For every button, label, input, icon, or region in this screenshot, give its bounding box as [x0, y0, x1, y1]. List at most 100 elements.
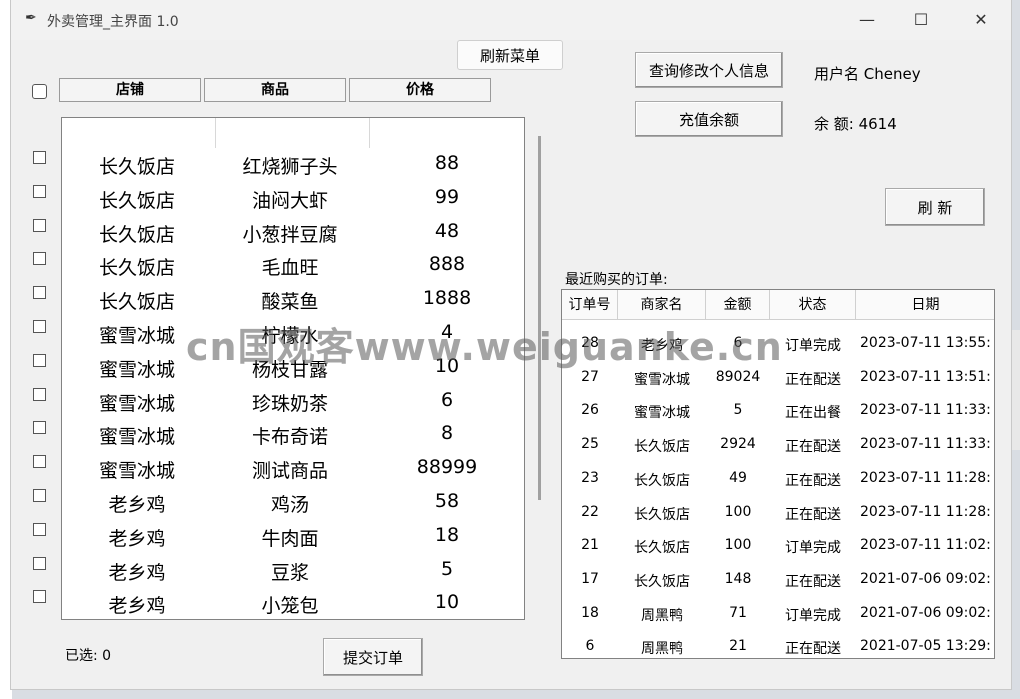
- orders-header-date[interactable]: 日期: [856, 290, 994, 320]
- order-row[interactable]: 17 长久饭店 148 正在配送 2021-07-06 09:02:: [562, 571, 994, 605]
- order-cell-id: 17: [581, 570, 599, 587]
- orders-header-id[interactable]: 订单号: [562, 290, 618, 320]
- order-cell-amount: 89024: [715, 368, 761, 385]
- title-bar: ✒ 外卖管理_主界面 1.0 — ☐ ✕: [11, 0, 1011, 40]
- order-cell-status: 正在出餐: [785, 405, 841, 422]
- order-cell-shop: 长久饭店: [634, 573, 690, 590]
- menu-row-checkbox[interactable]: [33, 387, 46, 401]
- select-all-checkbox[interactable]: [32, 84, 47, 99]
- order-cell-status: 订单完成: [785, 338, 841, 354]
- menu-row[interactable]: 蜜雪冰城 测试商品 88999: [62, 456, 524, 490]
- order-cell-shop: 长久饭店: [634, 506, 690, 523]
- menu-list[interactable]: 长久饭店 红烧狮子头 88 长久饭店 油闷大虾 99 长久饭店 小葱拌豆腐 48 长久饭店 毛血旺 8…: [61, 117, 525, 620]
- menu-row-checkbox[interactable]: [33, 218, 46, 232]
- menu-cell-price: 888: [428, 253, 466, 276]
- refresh-button[interactable]: 刷 新: [885, 188, 985, 226]
- order-row[interactable]: 18 周黑鸭 71 订单完成 2021-07-06 09:02:: [562, 605, 994, 639]
- modify-info-button[interactable]: 查询修改个人信息: [635, 52, 783, 88]
- order-cell-date: 2021-07-06 09:02:: [860, 604, 991, 621]
- menu-row[interactable]: 长久饭店 毛血旺 888: [62, 253, 524, 287]
- order-row[interactable]: 21 长久饭店 100 订单完成 2023-07-11 11:02:: [562, 537, 994, 571]
- menu-row[interactable]: 长久饭店 红烧狮子头 88: [62, 152, 524, 186]
- maximize-button[interactable]: ☐: [901, 8, 941, 32]
- menu-row[interactable]: 长久饭店 酸菜鱼 1888: [62, 287, 524, 321]
- orders-header-shop[interactable]: 商家名: [618, 290, 706, 320]
- menu-row[interactable]: 蜜雪冰城 柠檬水 4: [62, 321, 524, 355]
- menu-row[interactable]: 蜜雪冰城 珍珠奶茶 6: [62, 389, 524, 423]
- order-cell-date: 2023-07-11 11:28:: [860, 469, 991, 486]
- minimize-button[interactable]: —: [847, 8, 887, 32]
- order-row[interactable]: 26 蜜雪冰城 5 正在出餐 2023-07-11 11:33:: [562, 402, 994, 436]
- order-cell-date: 2021-07-05 13:29:: [860, 638, 991, 655]
- order-cell-shop: 长久饭店: [634, 540, 690, 557]
- order-cell-amount: 148: [724, 570, 752, 587]
- order-cell-shop: 蜜雪冰城: [634, 371, 690, 388]
- order-cell-id: 27: [581, 368, 599, 385]
- order-cell-shop: 长久饭店: [634, 439, 690, 456]
- order-row[interactable]: 22 长久饭店 100 正在配送 2023-07-11 11:28:: [562, 504, 994, 538]
- menu-row-checkbox[interactable]: [33, 320, 46, 333]
- menu-header-price[interactable]: 价格: [349, 78, 491, 102]
- menu-row[interactable]: 蜜雪冰城 卡布奇诺 8: [62, 422, 524, 456]
- menu-row-checkbox[interactable]: [33, 286, 46, 300]
- menu-row-checkbox[interactable]: [33, 455, 46, 469]
- order-cell-date: 2023-07-11 11:02:: [860, 537, 991, 554]
- menu-row[interactable]: 老乡鸡 鸡汤 58: [62, 490, 524, 524]
- order-cell-status: 正在配送: [785, 472, 841, 489]
- menu-cell-price: 58: [434, 490, 460, 512]
- order-row[interactable]: 27 蜜雪冰城 89024 正在配送 2023-07-11 13:51:: [562, 369, 994, 403]
- menu-cell-shop: 蜜雪冰城: [98, 460, 175, 483]
- menu-row[interactable]: 老乡鸡 豆浆 5: [62, 558, 524, 592]
- order-cell-status: 正在配送: [785, 439, 841, 456]
- close-button[interactable]: ✕: [961, 8, 1001, 32]
- menu-row-checkbox[interactable]: [33, 151, 46, 164]
- menu-row-checkbox[interactable]: [33, 353, 46, 367]
- username-label: 用户名 Cheney: [814, 65, 921, 83]
- order-cell-amount: 100: [724, 537, 752, 554]
- order-cell-id: 22: [581, 503, 599, 520]
- menu-cell-shop: 蜜雪冰城: [98, 325, 175, 347]
- order-row[interactable]: 28 老乡鸡 6 订单完成 2023-07-11 13:55:: [562, 335, 994, 369]
- order-cell-shop: 长久饭店: [634, 472, 690, 489]
- menu-row-checkbox[interactable]: [33, 522, 46, 536]
- menu-row-checkbox[interactable]: [33, 556, 46, 570]
- refresh-menu-button[interactable]: 刷新菜单: [457, 40, 563, 70]
- order-cell-amount: 2924: [720, 436, 756, 453]
- order-cell-date: 2023-07-11 13:51:: [860, 368, 991, 385]
- menu-row-checkbox[interactable]: [33, 421, 46, 435]
- menu-cell-price: 5: [440, 557, 454, 580]
- menu-header-shop[interactable]: 店铺: [59, 78, 201, 102]
- order-cell-date: 2023-07-11 11:28:: [860, 503, 991, 520]
- menu-row-checkbox[interactable]: [33, 489, 46, 502]
- submit-order-button[interactable]: 提交订单: [323, 638, 423, 676]
- menu-cell-price: 88: [434, 152, 460, 174]
- order-row[interactable]: 25 长久饭店 2924 正在配送 2023-07-11 11:33:: [562, 436, 994, 470]
- order-cell-shop: 老乡鸡: [641, 338, 683, 354]
- menu-cell-item: 豆浆: [270, 561, 309, 584]
- menu-row-checkbox[interactable]: [33, 590, 46, 604]
- recharge-button[interactable]: 充值余额: [635, 101, 783, 137]
- menu-cell-shop: 蜜雪冰城: [98, 392, 175, 415]
- menu-cell-price: 48: [434, 219, 460, 242]
- orders-table[interactable]: 订单号 商家名 金额 状态 日期 28 老乡鸡 6 订单完成 2023-07-11 13…: [561, 289, 995, 659]
- order-cell-status: 正在配送: [785, 506, 841, 523]
- order-row[interactable]: 23 长久饭店 49 正在配送 2023-07-11 11:28:: [562, 470, 994, 504]
- orders-header-status[interactable]: 状态: [770, 290, 856, 320]
- menu-row-checkbox[interactable]: [33, 184, 46, 198]
- order-row[interactable]: 6 周黑鸭 21 正在配送 2021-07-05 13:29:: [562, 638, 994, 658]
- menu-row[interactable]: 老乡鸡 牛肉面 18: [62, 524, 524, 558]
- menu-cell-price: 1888: [422, 287, 472, 310]
- orders-header-amount[interactable]: 金额: [706, 290, 770, 320]
- menu-header-item[interactable]: 商品: [204, 78, 346, 102]
- balance-label: 余 额: 4614: [814, 115, 897, 133]
- order-cell-date: 2021-07-06 09:02:: [860, 570, 991, 587]
- menu-cell-shop: 老乡鸡: [108, 595, 166, 618]
- order-cell-id: 21: [581, 537, 599, 554]
- menu-row-checkbox[interactable]: [33, 252, 46, 266]
- menu-row[interactable]: 老乡鸡 小笼包 10: [62, 591, 524, 619]
- order-cell-status: 订单完成: [785, 607, 841, 624]
- menu-row[interactable]: 长久饭店 油闷大虾 99: [62, 186, 524, 220]
- order-cell-amount: 100: [724, 503, 752, 520]
- menu-row[interactable]: 蜜雪冰城 杨枝甘露 10: [62, 355, 524, 389]
- menu-row[interactable]: 长久饭店 小葱拌豆腐 48: [62, 220, 524, 254]
